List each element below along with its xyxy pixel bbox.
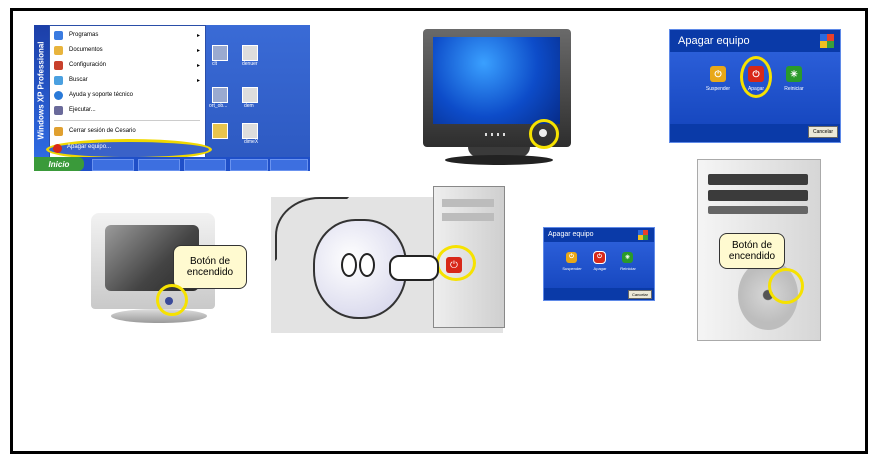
eye-icon — [359, 253, 375, 277]
taskbar-button[interactable] — [230, 159, 268, 171]
taskbar-button[interactable] — [138, 159, 180, 171]
flat-monitor — [423, 29, 571, 149]
desktop-icon[interactable] — [242, 123, 258, 139]
desktop-icon[interactable] — [212, 123, 228, 139]
dialog-title: Apagar equipo — [548, 231, 594, 238]
highlight-ring — [740, 56, 772, 98]
highlight-ring — [436, 245, 476, 281]
drive-bay — [442, 199, 494, 207]
start-menu-sidebar: Windows XP Professional — [34, 25, 49, 157]
desktop-icon-label: ort_ob... — [209, 103, 228, 109]
eye-icon — [341, 253, 357, 277]
pointing-hand-icon — [389, 255, 439, 281]
cancel-button[interactable]: Cancelar — [808, 126, 838, 138]
monitor-base — [445, 155, 553, 165]
submenu-arrow-icon: ▸ — [196, 32, 200, 39]
start-menu-screenshot: Windows XP Professional Programas ▸ Docum… — [34, 25, 310, 171]
drive-bay — [442, 213, 494, 221]
settings-icon — [54, 60, 63, 70]
desktop-icon-label: dem — [244, 103, 254, 109]
windows-logo-icon — [638, 230, 648, 240]
run-icon — [54, 105, 63, 115]
power-off-icon[interactable]: ⏻ — [593, 251, 606, 264]
drive-bay — [708, 190, 808, 201]
crt-base — [111, 309, 207, 323]
power-icon — [53, 144, 62, 153]
taskbar-button[interactable] — [184, 159, 226, 171]
search-icon — [54, 75, 63, 85]
submenu-arrow-icon: ▸ — [196, 77, 200, 84]
restart-label: Reiniciar — [620, 266, 636, 271]
taskbar-button[interactable] — [92, 159, 134, 171]
restart-label: Reiniciar — [784, 86, 804, 92]
page-frame: Windows XP Professional Programas ▸ Docum… — [10, 8, 868, 454]
menu-item-ejecutar[interactable]: Ejecutar... — [54, 104, 202, 116]
menu-item-cerrar-sesion[interactable]: Cerrar sesión de Cesario — [54, 125, 202, 137]
desktop-icon-label: clt — [212, 61, 217, 67]
callout-power-button: Botón de encendido — [173, 245, 247, 289]
menu-item-configuracion[interactable]: Configuración ▸ — [54, 59, 202, 71]
windows-logo-icon — [820, 34, 834, 48]
standby-icon[interactable]: ⏻ — [710, 66, 726, 82]
shutdown-dialog-large: Apagar equipo ⏻ ⏻ ✳ Suspender Apagar Rei… — [669, 29, 841, 143]
submenu-arrow-icon: ▸ — [196, 47, 200, 54]
dialog-title: Apagar equipo — [678, 35, 750, 47]
os-label: Windows XP Professional — [36, 41, 46, 140]
taskbar: Inicio — [34, 157, 310, 171]
menu-item-ayuda[interactable]: Ayuda y soporte técnico — [54, 89, 202, 101]
dialog-body: ⏻ ⏻ ✳ Suspender Apagar Reiniciar — [544, 242, 654, 288]
logoff-icon — [54, 126, 63, 136]
highlight-ring — [156, 284, 188, 316]
menu-item-documentos[interactable]: Documentos ▸ — [54, 44, 202, 56]
start-button[interactable]: Inicio — [34, 157, 84, 171]
desktop-icon[interactable] — [242, 87, 258, 103]
cancel-button[interactable]: Cancelar — [628, 290, 652, 299]
taskbar-button[interactable] — [270, 159, 308, 171]
desktop-icon[interactable] — [242, 45, 258, 61]
highlight-ring — [529, 119, 559, 149]
highlight-ring — [768, 268, 804, 304]
desktop-icon[interactable] — [212, 87, 228, 103]
standby-icon[interactable]: ⏻ — [566, 252, 577, 263]
cartoon-tower: ⏻ — [433, 186, 505, 328]
monitor-controls — [485, 133, 509, 136]
menu-item-buscar[interactable]: Buscar ▸ — [54, 74, 202, 86]
menu-item-programas[interactable]: Programas ▸ — [54, 29, 202, 41]
documents-icon — [54, 45, 63, 55]
menu-separator — [54, 120, 200, 121]
help-icon — [54, 90, 63, 100]
drive-bay — [708, 206, 808, 214]
desktop-icon-label: dimeX — [244, 139, 259, 145]
desktop-icon-label: denuer — [242, 61, 258, 67]
callout-power-button: Botón de encendido — [719, 233, 785, 269]
submenu-arrow-icon: ▸ — [196, 62, 200, 69]
programs-icon — [54, 30, 63, 40]
dialog-body: ⏻ ⏻ ✳ Suspender Apagar Reiniciar — [670, 52, 840, 124]
desktop-icon[interactable] — [212, 45, 228, 61]
restart-icon[interactable]: ✳ — [786, 66, 802, 82]
monitor-screen — [433, 37, 560, 124]
drive-bay — [708, 174, 808, 185]
restart-icon[interactable]: ✳ — [622, 252, 633, 263]
shutdown-dialog-small: Apagar equipo ⏻ ⏻ ✳ Suspender Apagar Rei… — [543, 227, 655, 301]
